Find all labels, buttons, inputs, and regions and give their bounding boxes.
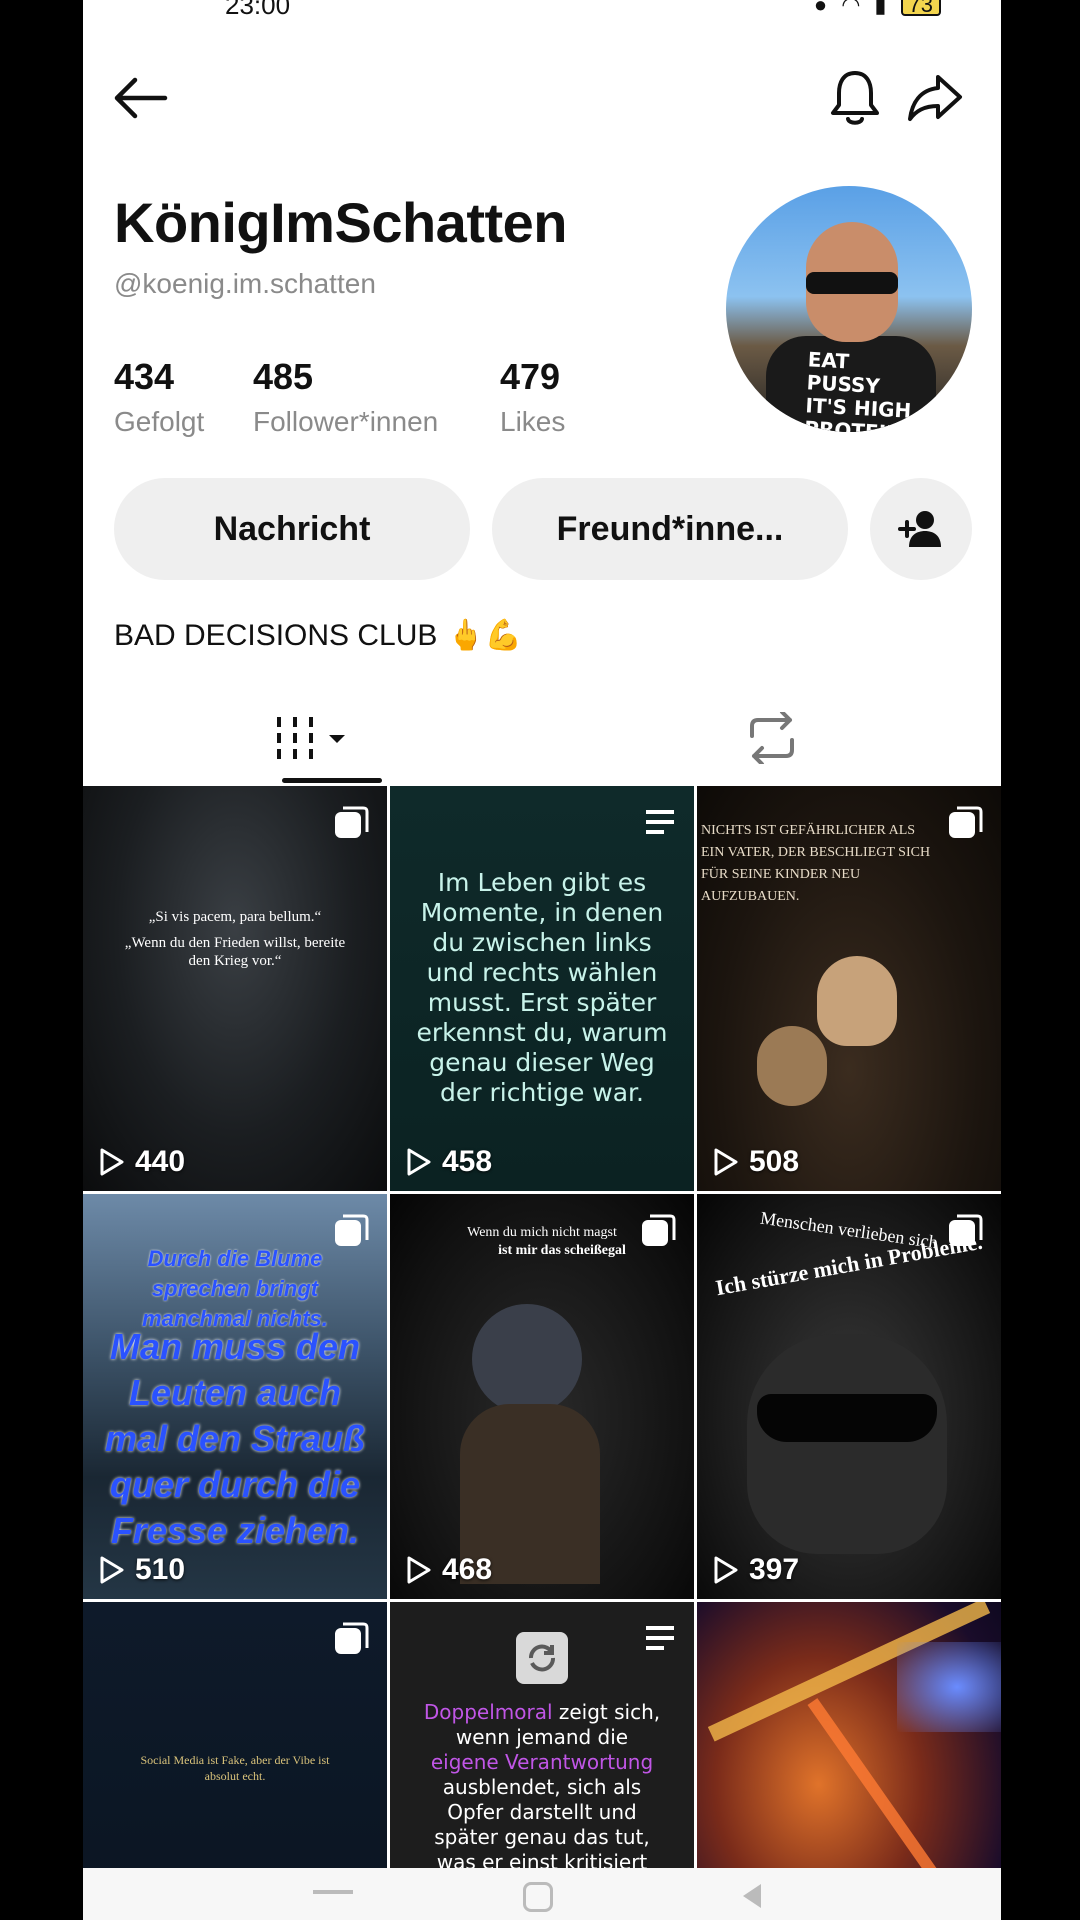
cat-head (747, 1334, 947, 1554)
cat-character-head (472, 1304, 582, 1414)
refresh-emoji-icon (516, 1632, 568, 1684)
profile-display-name: KönigImSchatten (114, 191, 567, 254)
signal-icon: ▮ (874, 0, 887, 17)
view-count: 508 (713, 1145, 799, 1179)
view-count-value: 510 (135, 1553, 186, 1586)
back-arrow-icon (114, 77, 168, 119)
bio-emoji: 🖕💪 (447, 618, 523, 653)
view-count-value: 397 (749, 1553, 800, 1586)
stat-following[interactable]: 434 Gefolgt (114, 356, 204, 438)
tab-videos[interactable] (83, 690, 542, 786)
play-icon (407, 1148, 431, 1176)
play-icon (714, 1556, 738, 1584)
tab-reposts[interactable] (542, 690, 1001, 786)
profile-screen: 23:00 ● ◠ ▮ 73 KönigImSchatten @koenig.i… (83, 0, 1001, 1920)
view-count: 397 (713, 1553, 799, 1587)
play-icon (714, 1148, 738, 1176)
multi-post-icon (335, 806, 369, 838)
grid-dropdown-icon (276, 717, 345, 759)
avatar-shirt-text: EAT PUSSY IT'S HIGH PROTEIN (803, 347, 912, 432)
view-count-value: 440 (135, 1145, 186, 1178)
video-tile[interactable]: „Si vis pacem, para bellum.“ „Wenn du de… (83, 786, 387, 1191)
view-count: 458 (406, 1145, 492, 1179)
refresh-icon (529, 1644, 555, 1672)
view-count-value: 468 (442, 1553, 493, 1586)
view-count: 468 (406, 1553, 492, 1587)
share-arrow-icon (908, 75, 962, 121)
notifications-button[interactable] (825, 68, 885, 128)
video-caption: Im Leben gibt es Momente, in denen du zw… (416, 868, 668, 1107)
caption-highlight: eigene Verantwortung (430, 1750, 654, 1774)
teddy-bear-figure (757, 1026, 827, 1106)
nav-recents-button[interactable] (313, 1890, 353, 1894)
view-count: 510 (99, 1553, 185, 1587)
repost-icon (749, 712, 794, 764)
battery-icon: 73 (900, 0, 941, 16)
caption-line: „Si vis pacem, para bellum.“ (148, 909, 322, 925)
view-count-value: 458 (442, 1145, 493, 1178)
caption-line: ist mir das scheißegal (498, 1243, 626, 1258)
nav-back-button[interactable] (743, 1884, 761, 1908)
wifi-icon: ◠ (841, 0, 861, 17)
person-figure (817, 956, 897, 1046)
view-count-value: 508 (749, 1145, 800, 1178)
video-caption: „Si vis pacem, para bellum.“ „Wenn du de… (83, 908, 387, 970)
video-caption: Wenn du mich nicht magst ist mir das sch… (390, 1224, 694, 1260)
play-icon (100, 1556, 124, 1584)
stat-following-value: 434 (114, 356, 175, 397)
alarm-icon: ● (813, 0, 828, 17)
status-time: 23:00 (225, 0, 291, 20)
back-button[interactable] (111, 68, 171, 128)
profile-handle: @koenig.im.schatten (114, 268, 376, 299)
cat-sunglasses (757, 1394, 937, 1442)
profile-tabs (83, 690, 1001, 786)
video-tile[interactable]: Wenn du mich nicht magst ist mir das sch… (390, 1194, 694, 1599)
caption-line: Wenn du mich nicht magst (467, 1225, 617, 1240)
video-caption: NICHTS IST GEFÄHRLICHER ALS EIN VATER, D… (701, 823, 931, 904)
stat-likes-label: Likes (500, 406, 566, 437)
view-count: 440 (99, 1145, 185, 1179)
status-bar: 23:00 ● ◠ ▮ 73 (83, 0, 1001, 26)
video-tile[interactable]: Menschen verlieben sich Ich stürze mich … (697, 1194, 1001, 1599)
text-post-icon (646, 1626, 674, 1650)
add-friend-button[interactable] (870, 478, 972, 580)
stat-likes[interactable]: 479 Likes (500, 356, 565, 438)
text-post-icon (646, 810, 674, 834)
message-button[interactable]: Nachricht (114, 478, 470, 580)
play-icon (100, 1148, 124, 1176)
share-button[interactable] (905, 68, 965, 128)
bell-icon (831, 71, 879, 125)
system-nav-bar (83, 1868, 1001, 1920)
video-tile[interactable]: NICHTS IST GEFÄHRLICHER ALS EIN VATER, D… (697, 786, 1001, 1191)
stat-followers-value: 485 (253, 356, 314, 397)
avatar-sunglasses (806, 272, 898, 294)
stat-likes-value: 479 (500, 356, 561, 397)
avatar[interactable]: EAT PUSSY IT'S HIGH PROTEIN (726, 186, 972, 432)
caption-highlight: Doppelmoral (423, 1700, 553, 1724)
play-icon (407, 1556, 431, 1584)
city-glow (897, 1642, 1001, 1732)
stat-following-label: Gefolgt (114, 406, 205, 437)
video-caption: Doppelmoral zeigt sich, wenn jemand die … (390, 1700, 694, 1875)
caption-line: „Wenn du den Frieden willst, bereite den… (124, 935, 346, 969)
multi-post-icon (335, 1622, 369, 1654)
friends-button[interactable]: Freund*inne... (492, 478, 848, 580)
stat-followers[interactable]: 485 Follower*innen (253, 356, 438, 438)
bio-text: BAD DECISIONS CLUB (114, 618, 438, 652)
tab-active-indicator (282, 778, 382, 783)
video-caption-small: Durch die Blume sprechen bringt manchmal… (142, 1246, 328, 1331)
video-caption-big: Man muss den Leuten auch mal den Strauß … (104, 1326, 366, 1551)
caption-text: ausblendet, sich als Opfer darstellt und… (434, 1775, 650, 1874)
status-icons: ● ◠ ▮ 73 (814, 0, 941, 18)
video-tile[interactable]: Im Leben gibt es Momente, in denen du zw… (390, 786, 694, 1191)
video-caption: Social Media ist Fake, aber der Vibe ist… (140, 1753, 330, 1783)
add-user-icon (898, 511, 941, 547)
stat-followers-label: Follower*innen (253, 406, 439, 437)
profile-bio: BAD DECISIONS CLUB 🖕💪 (114, 618, 522, 653)
nav-home-button[interactable] (523, 1882, 553, 1912)
video-tile[interactable]: Durch die Blume sprechen bringt manchmal… (83, 1194, 387, 1599)
